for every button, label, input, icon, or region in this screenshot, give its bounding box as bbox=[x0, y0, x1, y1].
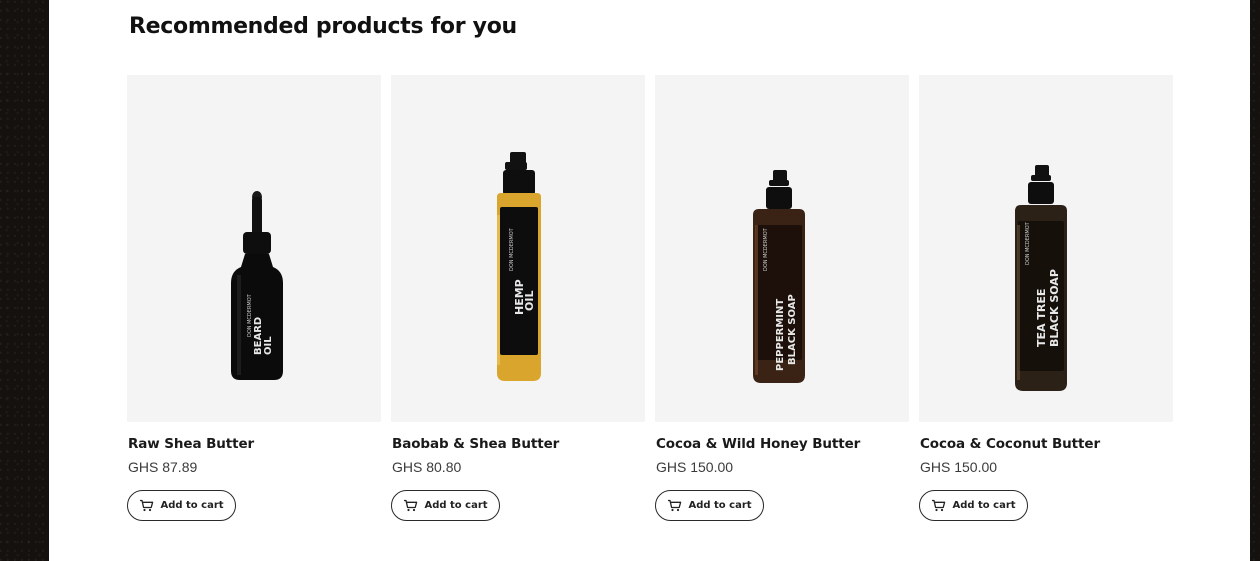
product-name[interactable]: Baobab & Shea Butter bbox=[392, 436, 559, 452]
product-card[interactable]: DON MCDERMOT HEMP OIL Baobab & Shea Butt… bbox=[391, 75, 645, 521]
bottle-line2: OIL bbox=[263, 336, 274, 355]
product-image[interactable]: DON MCDERMOT PEPPERMINT BLACK SOAP bbox=[655, 75, 909, 422]
product-card[interactable]: DON MCDERMOT TEA TREE BLACK SOAP Cocoa &… bbox=[919, 75, 1173, 521]
bottle-line2: OIL bbox=[523, 291, 536, 311]
add-to-cart-button[interactable]: Add to cart bbox=[655, 490, 764, 521]
tea-tree-black-soap-bottle: DON MCDERMOT TEA TREE BLACK SOAP bbox=[1015, 165, 1067, 391]
bottle-brand: DON MCDERMOT bbox=[763, 227, 769, 271]
product-card[interactable]: DON MCDERMOT BEARD OIL Raw Shea Butter G… bbox=[127, 75, 381, 521]
beard-oil-bottle: DON MCDERMOT BEARD OIL bbox=[231, 191, 283, 380]
product-name[interactable]: Cocoa & Coconut Butter bbox=[920, 436, 1100, 452]
product-price: GHS 80.80 bbox=[392, 459, 462, 475]
product-image[interactable]: DON MCDERMOT HEMP OIL bbox=[391, 75, 645, 422]
add-to-cart-button[interactable]: Add to cart bbox=[127, 490, 236, 521]
bottle-line2: BLACK SOAP bbox=[787, 294, 798, 365]
add-to-cart-button[interactable]: Add to cart bbox=[391, 490, 500, 521]
bottle-line1: PEPPERMINT bbox=[775, 299, 786, 371]
product-name[interactable]: Raw Shea Butter bbox=[128, 436, 254, 452]
product-card[interactable]: DON MCDERMOT PEPPERMINT BLACK SOAP Cocoa… bbox=[655, 75, 909, 521]
bottle-line1: TEA TREE bbox=[1035, 289, 1048, 347]
bottle-line2: BLACK SOAP bbox=[1048, 269, 1061, 347]
section-title: Recommended products for you bbox=[129, 14, 517, 39]
add-to-cart-label: Add to cart bbox=[424, 500, 488, 511]
peppermint-black-soap-bottle: DON MCDERMOT PEPPERMINT BLACK SOAP bbox=[753, 170, 805, 383]
bottle-brand: DON MCDERMOT bbox=[1025, 221, 1031, 265]
add-to-cart-label: Add to cart bbox=[952, 500, 1016, 511]
hemp-oil-bottle: DON MCDERMOT HEMP OIL bbox=[497, 152, 541, 381]
cart-icon bbox=[403, 499, 418, 512]
product-image[interactable]: DON MCDERMOT BEARD OIL bbox=[127, 75, 381, 422]
recommendations-panel: Recommended products for you DON MCDERMO… bbox=[49, 0, 1250, 561]
add-to-cart-button[interactable]: Add to cart bbox=[919, 490, 1028, 521]
product-image[interactable]: DON MCDERMOT TEA TREE BLACK SOAP bbox=[919, 75, 1173, 422]
product-price: GHS 150.00 bbox=[920, 459, 998, 475]
cart-icon bbox=[139, 499, 154, 512]
add-to-cart-label: Add to cart bbox=[688, 500, 752, 511]
cart-icon bbox=[931, 499, 946, 512]
product-name[interactable]: Cocoa & Wild Honey Butter bbox=[656, 436, 860, 452]
cart-icon bbox=[667, 499, 682, 512]
product-price: GHS 87.89 bbox=[128, 459, 198, 475]
bottle-brand: DON MCDERMOT bbox=[509, 227, 515, 271]
product-price: GHS 150.00 bbox=[656, 459, 734, 475]
add-to-cart-label: Add to cart bbox=[160, 500, 224, 511]
